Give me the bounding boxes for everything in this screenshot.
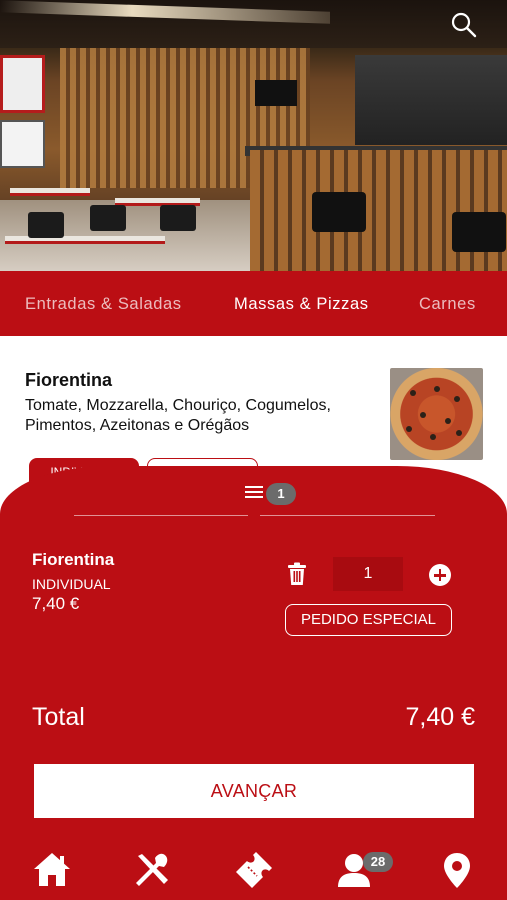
item-name: Fiorentina: [25, 370, 113, 390]
search-icon: [451, 12, 477, 38]
hero-wall-frame: [0, 55, 45, 113]
special-request-button[interactable]: PEDIDO ESPECIAL: [285, 604, 452, 636]
category-tabs: Entradas & Saladas Massas & Pizzas Carne…: [0, 271, 507, 336]
hero-chair: [28, 212, 64, 238]
fork-knife-icon: [136, 853, 168, 886]
location-pin-icon: [444, 853, 470, 888]
hero-stool: [312, 192, 366, 232]
cart-count-badge: 1: [266, 483, 296, 505]
advance-button[interactable]: AVANÇAR: [34, 764, 474, 818]
cart-list-icon[interactable]: [245, 486, 263, 500]
search-button[interactable]: [449, 10, 479, 40]
divider: [74, 515, 248, 516]
trash-icon: [288, 562, 306, 585]
hero-stool: [452, 212, 506, 252]
cart-item-name: Fiorentina: [32, 550, 115, 569]
nav-vouchers[interactable]: [234, 850, 274, 890]
nav-home[interactable]: [32, 850, 72, 890]
hero-bar-counter: [250, 150, 507, 271]
delete-item-button[interactable]: [286, 562, 308, 586]
increase-quantity-button[interactable]: [429, 564, 451, 586]
nav-menu[interactable]: [133, 850, 173, 890]
item-description: Tomate, Mozzarella, Chouriço, Cogumelos,…: [25, 397, 331, 434]
cart-item-size: INDIVIDUAL: [32, 576, 111, 592]
total-value: 7,40 €: [405, 703, 475, 731]
total-label: Total: [32, 703, 85, 731]
tab-entradas-saladas[interactable]: Entradas & Saladas: [25, 295, 182, 314]
profile-badge: 28: [363, 852, 393, 872]
hero-wall-frame: [0, 120, 45, 168]
hero-tv: [255, 80, 297, 106]
tab-massas-pizzas[interactable]: Massas & Pizzas: [234, 295, 369, 314]
hero-chair: [90, 205, 126, 231]
pizza-image: [390, 368, 483, 460]
cart-item-price: 7,40 €: [32, 594, 80, 613]
cart-sheet: 1 Fiorentina INDIVIDUAL 7,40 € 1 PEDIDO …: [0, 466, 507, 900]
divider: [260, 515, 435, 516]
tab-carnes[interactable]: Carnes: [419, 295, 476, 314]
nav-location[interactable]: [437, 850, 477, 890]
hero-table: [10, 188, 90, 196]
bottom-nav: 28: [0, 838, 507, 900]
hero-shelf: [355, 55, 507, 145]
quantity-value: 1: [363, 565, 373, 582]
hero-chair: [160, 205, 196, 231]
ticket-icon: [236, 852, 272, 888]
restaurant-hero-image: [0, 0, 507, 271]
home-icon: [34, 853, 70, 886]
